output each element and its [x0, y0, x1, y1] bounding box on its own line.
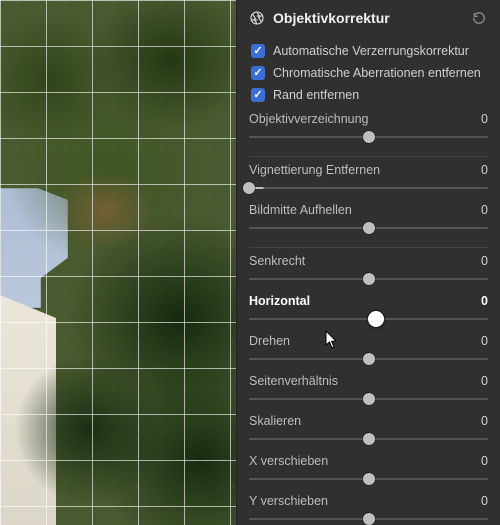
- aperture-icon: [249, 10, 265, 26]
- slider-track-xshift[interactable]: [249, 470, 488, 488]
- slider-value: 0: [481, 254, 488, 268]
- reset-icon[interactable]: [470, 9, 488, 27]
- slider-value: 0: [481, 454, 488, 468]
- separator: [249, 247, 488, 248]
- slider-track-rotate[interactable]: [249, 350, 488, 368]
- slider-thumb[interactable]: [368, 311, 384, 327]
- slider-track-yshift[interactable]: [249, 510, 488, 525]
- image-preview[interactable]: [0, 0, 236, 525]
- slider-label: Vignettierung Entfernen: [249, 163, 380, 177]
- slider-track-centerlight[interactable]: [249, 219, 488, 237]
- slider-label: Objektivverzeichnung: [249, 112, 369, 126]
- slider-track-distortion[interactable]: [249, 128, 488, 146]
- slider-value: 0: [481, 294, 488, 308]
- slider-thumb[interactable]: [363, 353, 375, 365]
- slider-vertical: Senkrecht 0: [249, 254, 488, 288]
- slider-thumb[interactable]: [363, 222, 375, 234]
- slider-label: Senkrecht: [249, 254, 305, 268]
- slider-value: 0: [481, 334, 488, 348]
- slider-value: 0: [481, 494, 488, 508]
- slider-thumb[interactable]: [363, 473, 375, 485]
- lens-correction-panel: Objektivkorrektur Automatische Verzerrun…: [236, 0, 500, 525]
- slider-label: X verschieben: [249, 454, 328, 468]
- slider-label: Skalieren: [249, 414, 301, 428]
- checkbox-label: Chromatische Aberrationen entfernen: [273, 66, 481, 80]
- checkmark-icon[interactable]: [251, 88, 265, 102]
- slider-devignette: Vignettierung Entfernen 0: [249, 163, 488, 197]
- slider-distortion: Objektivverzeichnung 0: [249, 112, 488, 146]
- slider-track-horizontal[interactable]: [249, 310, 488, 328]
- slider-horizontal: Horizontal 0: [249, 294, 488, 328]
- checkmark-icon[interactable]: [251, 66, 265, 80]
- slider-yshift: Y verschieben 0: [249, 494, 488, 525]
- separator: [249, 156, 488, 157]
- photo-content: [0, 0, 236, 525]
- slider-track-devignette[interactable]: [249, 179, 488, 197]
- slider-thumb[interactable]: [363, 433, 375, 445]
- slider-value: 0: [481, 112, 488, 126]
- slider-centerlight: Bildmitte Aufhellen 0: [249, 203, 488, 237]
- slider-thumb[interactable]: [363, 513, 375, 525]
- slider-xshift: X verschieben 0: [249, 454, 488, 488]
- slider-label: Horizontal: [249, 294, 310, 308]
- slider-thumb[interactable]: [363, 393, 375, 405]
- slider-rotate: Drehen 0: [249, 334, 488, 368]
- checkbox-label: Rand entfernen: [273, 88, 359, 102]
- slider-track-aspect[interactable]: [249, 390, 488, 408]
- slider-aspect: Seitenverhältnis 0: [249, 374, 488, 408]
- slider-scale: Skalieren 0: [249, 414, 488, 448]
- checkbox-0[interactable]: Automatische Verzerrungskorrektur: [251, 40, 488, 62]
- slider-track-vertical[interactable]: [249, 270, 488, 288]
- slider-label: Bildmitte Aufhellen: [249, 203, 352, 217]
- checkbox-1[interactable]: Chromatische Aberrationen entfernen: [251, 62, 488, 84]
- track: [249, 187, 488, 189]
- slider-value: 0: [481, 374, 488, 388]
- slider-value: 0: [481, 203, 488, 217]
- checkmark-icon[interactable]: [251, 44, 265, 58]
- slider-value: 0: [481, 414, 488, 428]
- checkbox-label: Automatische Verzerrungskorrektur: [273, 44, 469, 58]
- slider-thumb[interactable]: [243, 182, 255, 194]
- checkbox-2[interactable]: Rand entfernen: [251, 84, 488, 106]
- slider-label: Drehen: [249, 334, 290, 348]
- slider-track-scale[interactable]: [249, 430, 488, 448]
- slider-label: Seitenverhältnis: [249, 374, 338, 388]
- slider-thumb[interactable]: [363, 131, 375, 143]
- slider-value: 0: [481, 163, 488, 177]
- slider-label: Y verschieben: [249, 494, 328, 508]
- slider-thumb[interactable]: [363, 273, 375, 285]
- panel-title: Objektivkorrektur: [273, 10, 462, 26]
